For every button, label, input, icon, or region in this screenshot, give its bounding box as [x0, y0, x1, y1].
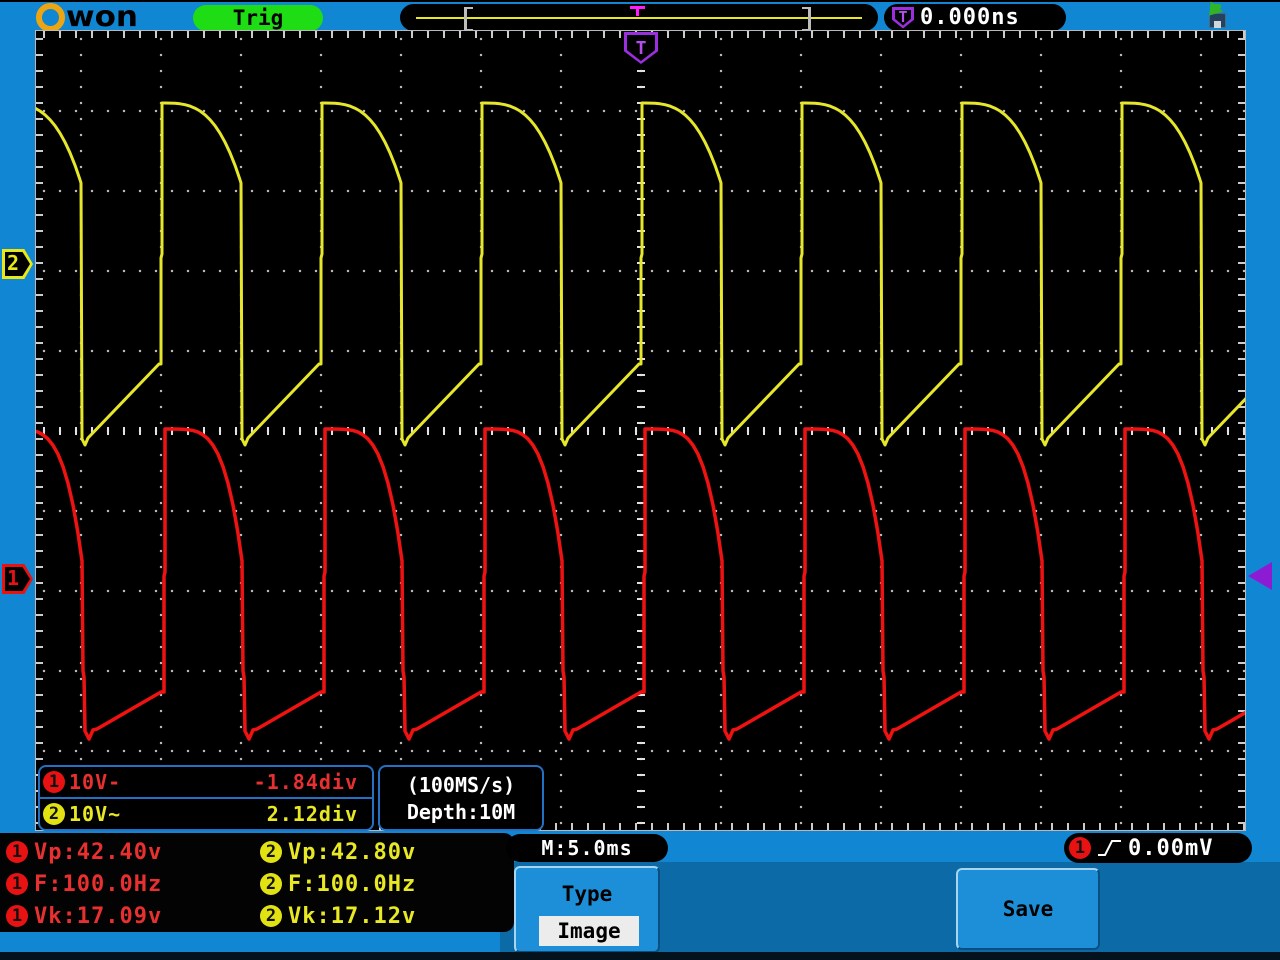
meas-ch2-vk: 2 Vk:17.12v: [260, 901, 416, 931]
meas-ch1-f: 1 F:100.0Hz: [6, 869, 162, 899]
type-value-chip: Image: [539, 916, 639, 946]
horizontal-position-bar[interactable]: [400, 4, 878, 31]
owon-logo-o-icon: [36, 2, 65, 32]
meas-ch1-vp: 1 Vp:42.40v: [6, 837, 162, 867]
sample-rate: (100MS/s): [406, 772, 516, 797]
left-bracket-icon: [464, 7, 473, 31]
ch1-badge: 1: [43, 771, 65, 793]
waveform-traces: [36, 101, 1245, 741]
trigger-level-arrow[interactable]: [1248, 562, 1272, 590]
ch2-scale: 10V~: [69, 802, 122, 826]
owon-logo: won: [36, 0, 139, 34]
memory-depth: Depth:10M: [406, 799, 516, 824]
ch1-settings-row: 1 10V- -1.84div: [40, 767, 372, 797]
acquisition-box: (100MS/s) Depth:10M: [378, 765, 544, 831]
screen-bottom-edge: [0, 952, 1280, 960]
type-label: Type: [561, 882, 613, 906]
measurements-panel: 1 Vp:42.40v 1 F:100.0Hz 1 Vk:17.09v 2 Vp…: [0, 833, 514, 932]
rising-edge-icon: [1098, 840, 1121, 856]
ch2-zero-level-flag[interactable]: 2: [2, 249, 33, 279]
usb-save-icon: [1203, 1, 1231, 30]
graticule: T: [36, 31, 1245, 830]
ch2-settings-row: 2 10V~ 2.12div: [40, 797, 372, 829]
trigger-time-value: 0.000ns: [920, 5, 1020, 30]
trigger-t-icon: T: [892, 6, 914, 29]
trigger-level-value: 0.00mV: [1128, 835, 1214, 861]
meas-ch2-f: 2 F:100.0Hz: [260, 869, 416, 899]
ch2-badge: 2: [43, 803, 65, 825]
top-status-bar: won Trig T 0.000ns: [0, 0, 1280, 32]
owon-logo-text: won: [66, 0, 139, 34]
trigger-position-marker-icon[interactable]: [630, 6, 645, 18]
meas-ch2-vp: 2 Vp:42.80v: [260, 837, 416, 867]
type-softkey-button[interactable]: Type Image: [514, 866, 660, 953]
trace-ch1: [36, 427, 1245, 741]
right-bracket-icon: [802, 7, 811, 31]
trigger-source-badge: 1: [1069, 837, 1091, 859]
ch1-position: -1.84div: [253, 770, 358, 794]
trigger-status-label: Trig: [232, 6, 284, 30]
bottom-bar: 1 Vp:42.40v 1 F:100.0Hz 1 Vk:17.09v 2 Vp…: [0, 833, 1280, 960]
trigger-status-badge: Trig: [193, 5, 323, 31]
waveform-display: T: [35, 30, 1246, 831]
ch2-position: 2.12div: [266, 802, 358, 826]
trigger-position-indicator[interactable]: T: [624, 32, 658, 64]
timebase-readout: M:5.0ms: [506, 834, 668, 862]
channel-settings-box: 1 10V- -1.84div 2 10V~ 2.12div: [38, 765, 374, 831]
ch1-zero-level-flag[interactable]: 1: [2, 564, 33, 594]
oscilloscope-screen: won Trig T 0.000ns T 2 1 1 10V- -1.84div…: [0, 0, 1280, 960]
meas-ch1-vk: 1 Vk:17.09v: [6, 901, 162, 931]
trigger-level-readout: 1 0.00mV: [1064, 833, 1252, 863]
save-softkey-button[interactable]: Save: [956, 868, 1100, 950]
trigger-time-readout: T 0.000ns: [884, 4, 1066, 31]
ch1-scale: 10V-: [69, 770, 122, 794]
trace-ch2: [36, 101, 1245, 447]
